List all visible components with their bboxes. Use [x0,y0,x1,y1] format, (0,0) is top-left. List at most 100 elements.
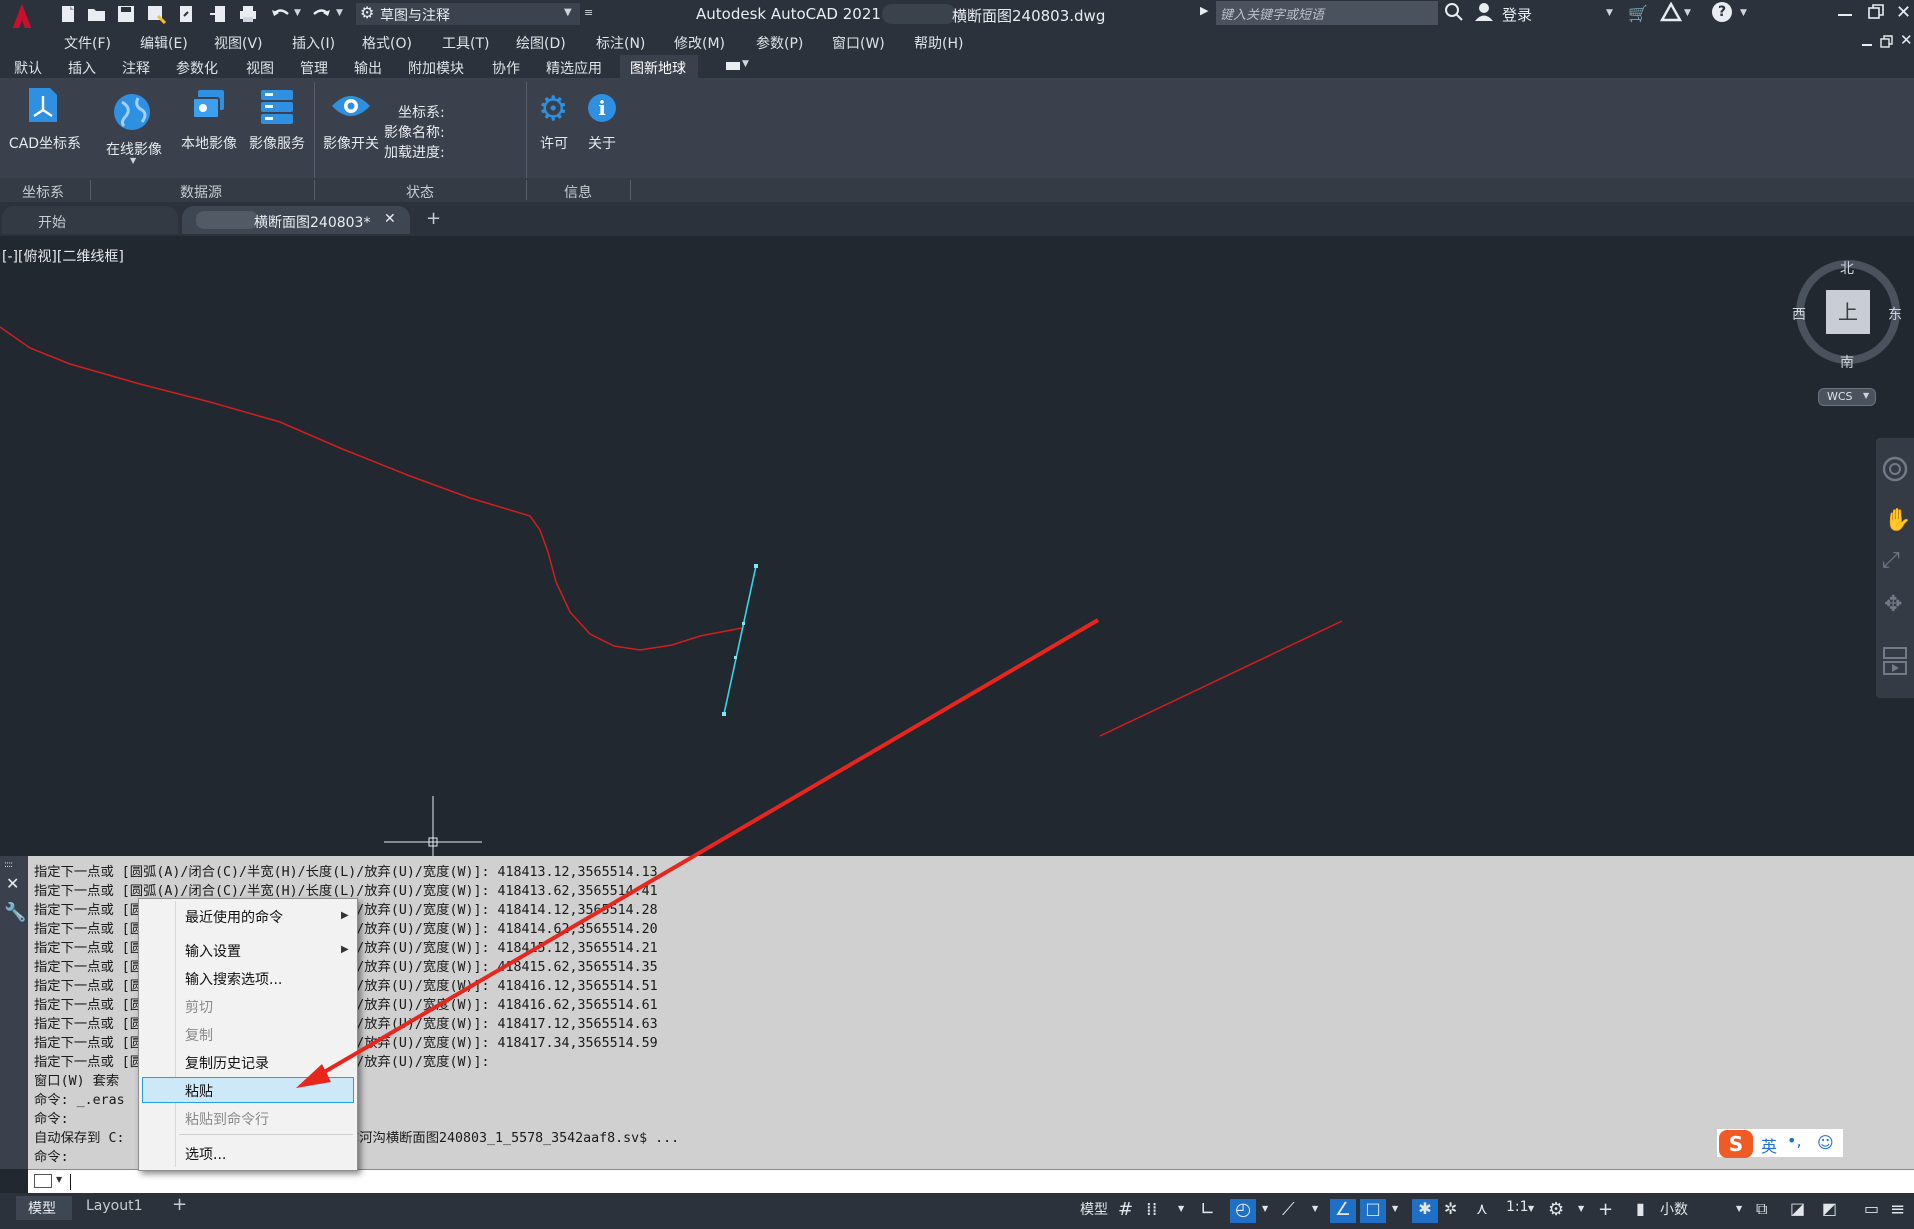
customize-icon[interactable]: 🔧 [4,902,26,923]
menu-parametric[interactable]: 参数(P) [756,33,803,53]
help-icon[interactable]: ? [1712,2,1732,22]
doc-close-icon[interactable]: ✕ [1900,31,1913,49]
menu-item-paste-to-cmdline[interactable]: 粘贴到命令行 [185,1109,269,1129]
command-prompt-dropdown-icon[interactable]: ▼ [56,1175,62,1184]
open-file-icon[interactable] [86,4,108,24]
workspace-gear-icon[interactable]: ⚙ [1548,1199,1564,1223]
annotation-monitor-icon[interactable]: + [1598,1199,1613,1223]
isolate-objects-icon[interactable]: ◩ [1822,1199,1837,1223]
publish-icon[interactable] [176,4,198,24]
tab-close-icon[interactable]: ✕ [384,211,396,227]
menu-item-cut[interactable]: 剪切 [185,997,213,1017]
wcs-menu[interactable]: WCS ▼ [1818,388,1876,406]
menu-item-copy[interactable]: 复制 [185,1025,213,1045]
units-dropdown-icon[interactable]: ▼ [1736,1204,1742,1228]
menu-item-recent-commands[interactable]: 最近使用的命令 [185,907,283,927]
menu-help[interactable]: 帮助(H) [914,33,963,53]
doc-minimize-icon[interactable] [1862,44,1872,46]
menu-edit[interactable]: 编辑(E) [140,33,188,53]
undo-dropdown-icon[interactable]: ▼ [294,8,301,18]
units-icon[interactable]: ▮ [1636,1199,1645,1223]
menu-item-paste[interactable]: 粘贴 [185,1081,213,1101]
imagery-switch-button[interactable]: 影像开关 [318,133,384,153]
menu-item-options[interactable]: 选项... [185,1144,226,1164]
local-imagery-button[interactable]: 本地影像 [176,133,242,153]
tab-featured-apps[interactable]: 精选应用 [546,58,602,78]
qat-customize-icon[interactable]: ≡ [584,6,593,19]
viewcube[interactable]: 北 南 西 东 上 [1792,258,1904,371]
menu-window[interactable]: 窗口(W) [832,33,885,53]
menu-item-input-settings[interactable]: 输入设置 [185,941,241,961]
units-value[interactable]: 小数 [1660,1199,1688,1223]
tab-output[interactable]: 输出 [354,58,382,78]
tab-view[interactable]: 视图 [246,58,274,78]
object-snap-icon[interactable]: □ [1360,1199,1386,1223]
ime-indicator[interactable]: S 英 •, ☺ [1716,1128,1844,1158]
undo-icon[interactable] [270,4,292,24]
workspace-selector[interactable]: ⚙ 草图与注释 ▼ [356,3,580,25]
about-button[interactable]: 关于 [582,133,622,153]
tab-drawing[interactable]: 横断面图240803* ✕ [182,206,410,234]
compass-west[interactable]: 西 [1792,304,1806,324]
tab-addins[interactable]: 附加模块 [408,58,464,78]
autodesk-app-icon[interactable] [1659,1,1683,26]
search-input[interactable]: 键入关键字或短语 [1216,1,1438,25]
polar-dropdown-icon[interactable]: ▼ [1262,1204,1268,1228]
tab-manage[interactable]: 管理 [300,58,328,78]
menu-item-copy-history[interactable]: 复制历史记录 [185,1053,269,1073]
app-dropdown-icon[interactable]: ▼ [1684,8,1691,18]
orbit-icon[interactable]: ✥ [1884,592,1902,617]
steering-wheel-icon[interactable] [1882,456,1908,486]
object-snap-dropdown-icon[interactable]: ▼ [1392,1204,1398,1228]
zoom-extents-icon[interactable]: ⤢ [1882,548,1900,573]
polar-icon[interactable]: ◴ [1230,1199,1256,1223]
license-button[interactable]: 许可 [534,133,574,153]
isodraft-icon[interactable]: ⟋ [1282,1199,1295,1223]
showmotion-icon[interactable] [1882,646,1908,680]
import-icon[interactable] [208,4,230,24]
add-layout-button[interactable]: + [172,1194,187,1215]
tab-annotate[interactable]: 注释 [122,58,150,78]
doc-restore-icon[interactable] [1880,34,1894,53]
tab-start[interactable]: 开始 [2,206,178,234]
clean-screen-icon[interactable]: ▭ [1864,1199,1879,1223]
compass-north[interactable]: 北 [1840,258,1854,278]
menu-view[interactable]: 视图(V) [214,33,263,53]
grid-icon[interactable]: # [1118,1199,1133,1223]
menu-draw[interactable]: 绘图(D) [516,33,566,53]
plot-icon[interactable] [238,4,260,24]
menu-format[interactable]: 格式(O) [362,33,412,53]
ribbon-minimize-toggle[interactable]: ▼ [726,59,749,72]
redo-icon[interactable] [310,4,332,24]
imagery-service-button[interactable]: 影像服务 [244,133,310,153]
close-command-line-icon[interactable]: ✕ [6,874,19,893]
command-prompt-icon[interactable] [34,1174,52,1188]
online-imagery-dropdown-icon[interactable]: ▼ [130,156,136,165]
login-dropdown-icon[interactable]: ▼ [1606,8,1613,18]
save-as-icon[interactable] [146,4,168,25]
quick-properties-icon[interactable]: ⧉ [1756,1199,1767,1223]
status-model-space[interactable]: 模型 [1080,1199,1108,1223]
tab-insert[interactable]: 插入 [68,58,96,78]
ortho-icon[interactable]: ∟ [1200,1199,1215,1223]
close-icon[interactable]: ✕ [1896,2,1911,23]
minimize-icon[interactable] [1838,14,1852,16]
login-link[interactable]: 登录 [1502,4,1532,25]
user-icon[interactable] [1474,2,1494,26]
isodraft-dropdown-icon[interactable]: ▼ [1312,1204,1318,1228]
new-tab-button[interactable]: + [426,208,441,229]
compass-east[interactable]: 东 [1888,304,1902,324]
menu-dimension[interactable]: 标注(N) [596,33,645,53]
snap-icon[interactable]: ⁞⁞ [1146,1199,1157,1223]
workspace-dropdown-icon[interactable]: ▼ [1578,1204,1584,1228]
help-dropdown-icon[interactable]: ▼ [1740,8,1747,18]
annotation-visibility-icon[interactable]: ✱ [1412,1199,1438,1223]
menu-modify[interactable]: 修改(M) [674,33,725,53]
autoscale-icon[interactable]: ✲ [1444,1199,1457,1223]
restore-icon[interactable] [1868,4,1884,24]
search-icon[interactable] [1444,2,1464,26]
object-snap-tracking-icon[interactable]: ∠ [1330,1199,1356,1223]
save-icon[interactable] [116,4,138,24]
pan-icon[interactable]: ✋ [1884,508,1911,533]
grip-icon[interactable]: :::: [4,860,13,870]
